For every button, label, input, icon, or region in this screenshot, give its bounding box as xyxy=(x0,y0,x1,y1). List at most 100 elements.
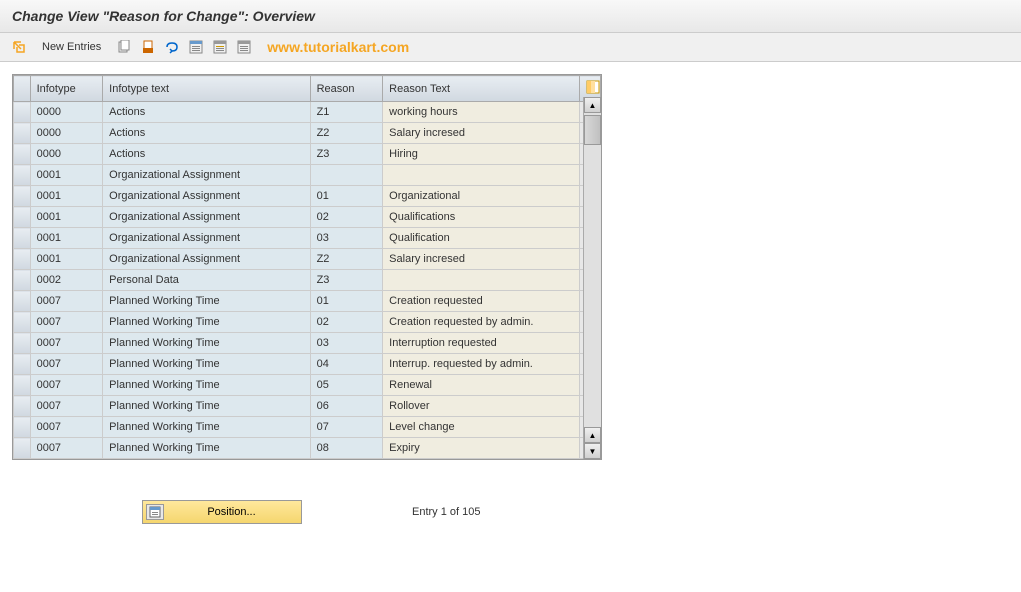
cell-reason-text[interactable]: Interrup. requested by admin. xyxy=(383,354,580,375)
row-selector[interactable] xyxy=(14,123,31,144)
table-row[interactable]: 0000ActionsZ3Hiring xyxy=(14,144,601,165)
cell-reason-text[interactable]: working hours xyxy=(383,102,580,123)
table-row[interactable]: 0001Organizational AssignmentZ2Salary in… xyxy=(14,249,601,270)
row-selector[interactable] xyxy=(14,249,31,270)
table-row[interactable]: 0001Organizational Assignment xyxy=(14,165,601,186)
table-row[interactable]: 0001Organizational Assignment02Qualifica… xyxy=(14,207,601,228)
cell-infotype-text[interactable]: Planned Working Time xyxy=(103,396,310,417)
cell-infotype-text[interactable]: Planned Working Time xyxy=(103,312,310,333)
cell-reason[interactable]: Z2 xyxy=(310,123,383,144)
table-row[interactable]: 0007Planned Working Time07Level change xyxy=(14,417,601,438)
cell-reason[interactable]: 05 xyxy=(310,375,383,396)
cell-infotype-text[interactable]: Organizational Assignment xyxy=(103,207,310,228)
cell-reason-text[interactable]: Renewal xyxy=(383,375,580,396)
cell-infotype-text[interactable]: Actions xyxy=(103,123,310,144)
cell-infotype[interactable]: 0007 xyxy=(30,396,103,417)
cell-reason-text[interactable]: Qualifications xyxy=(383,207,580,228)
cell-reason-text[interactable]: Organizational xyxy=(383,186,580,207)
select-block-icon[interactable] xyxy=(211,38,229,56)
cell-infotype-text[interactable]: Organizational Assignment xyxy=(103,249,310,270)
cell-infotype-text[interactable]: Planned Working Time xyxy=(103,354,310,375)
cell-reason-text[interactable]: Hiring xyxy=(383,144,580,165)
cell-infotype[interactable]: 0001 xyxy=(30,228,103,249)
row-selector[interactable] xyxy=(14,438,31,459)
cell-infotype[interactable]: 0007 xyxy=(30,312,103,333)
cell-reason-text[interactable]: Qualification xyxy=(383,228,580,249)
select-all-icon[interactable] xyxy=(187,38,205,56)
table-row[interactable]: 0007Planned Working Time03Interruption r… xyxy=(14,333,601,354)
cell-reason[interactable] xyxy=(310,165,383,186)
cell-reason-text[interactable]: Interruption requested xyxy=(383,333,580,354)
cell-infotype-text[interactable]: Organizational Assignment xyxy=(103,228,310,249)
header-infotype-text[interactable]: Infotype text xyxy=(103,76,310,102)
new-entries-button[interactable]: New Entries xyxy=(34,39,109,55)
row-selector[interactable] xyxy=(14,270,31,291)
cell-reason[interactable]: 01 xyxy=(310,186,383,207)
undo-icon[interactable] xyxy=(163,38,181,56)
table-row[interactable]: 0000ActionsZ2Salary incresed xyxy=(14,123,601,144)
cell-infotype[interactable]: 0001 xyxy=(30,165,103,186)
cell-infotype-text[interactable]: Actions xyxy=(103,144,310,165)
cell-reason[interactable]: Z1 xyxy=(310,102,383,123)
table-row[interactable]: 0002Personal DataZ3 xyxy=(14,270,601,291)
table-row[interactable]: 0007Planned Working Time04Interrup. requ… xyxy=(14,354,601,375)
cell-reason[interactable]: Z3 xyxy=(310,270,383,291)
table-row[interactable]: 0001Organizational Assignment03Qualifica… xyxy=(14,228,601,249)
header-reason[interactable]: Reason xyxy=(310,76,383,102)
cell-infotype[interactable]: 0000 xyxy=(30,144,103,165)
cell-infotype-text[interactable]: Planned Working Time xyxy=(103,417,310,438)
cell-infotype[interactable]: 0002 xyxy=(30,270,103,291)
row-selector[interactable] xyxy=(14,417,31,438)
cell-infotype[interactable]: 0007 xyxy=(30,375,103,396)
row-selector[interactable] xyxy=(14,102,31,123)
cell-infotype[interactable]: 0007 xyxy=(30,354,103,375)
cell-infotype-text[interactable]: Planned Working Time xyxy=(103,333,310,354)
cell-reason-text[interactable]: Rollover xyxy=(383,396,580,417)
row-selector[interactable] xyxy=(14,312,31,333)
cell-reason-text[interactable]: Expiry xyxy=(383,438,580,459)
cell-infotype-text[interactable]: Organizational Assignment xyxy=(103,186,310,207)
table-row[interactable]: 0000ActionsZ1working hours xyxy=(14,102,601,123)
cell-reason[interactable]: 02 xyxy=(310,207,383,228)
cell-reason[interactable]: 07 xyxy=(310,417,383,438)
scroll-down-arrow-2[interactable]: ▼ xyxy=(584,443,601,459)
cell-reason[interactable]: 03 xyxy=(310,333,383,354)
table-row[interactable]: 0007Planned Working Time05Renewal xyxy=(14,375,601,396)
table-row[interactable]: 0001Organizational Assignment01Organizat… xyxy=(14,186,601,207)
row-selector[interactable] xyxy=(14,207,31,228)
cell-infotype[interactable]: 0000 xyxy=(30,102,103,123)
cell-reason[interactable]: Z3 xyxy=(310,144,383,165)
cell-infotype-text[interactable]: Actions xyxy=(103,102,310,123)
scroll-down-arrow[interactable]: ▲ xyxy=(584,427,601,443)
cell-reason[interactable]: 03 xyxy=(310,228,383,249)
cell-infotype[interactable]: 0007 xyxy=(30,333,103,354)
cell-infotype-text[interactable]: Planned Working Time xyxy=(103,291,310,312)
cell-reason[interactable]: Z2 xyxy=(310,249,383,270)
row-selector[interactable] xyxy=(14,144,31,165)
toggle-icon[interactable] xyxy=(10,38,28,56)
cell-infotype[interactable]: 0001 xyxy=(30,186,103,207)
cell-reason-text[interactable]: Creation requested xyxy=(383,291,580,312)
cell-infotype[interactable]: 0001 xyxy=(30,207,103,228)
cell-infotype-text[interactable]: Organizational Assignment xyxy=(103,165,310,186)
cell-infotype[interactable]: 0007 xyxy=(30,291,103,312)
vertical-scrollbar[interactable]: ▲ ▲ ▼ xyxy=(583,97,601,459)
row-selector[interactable] xyxy=(14,165,31,186)
cell-reason-text[interactable] xyxy=(383,270,580,291)
cell-infotype-text[interactable]: Planned Working Time xyxy=(103,375,310,396)
cell-reason[interactable]: 06 xyxy=(310,396,383,417)
delete-icon[interactable] xyxy=(139,38,157,56)
cell-infotype-text[interactable]: Personal Data xyxy=(103,270,310,291)
position-button[interactable]: Position... xyxy=(142,500,302,524)
cell-reason-text[interactable]: Creation requested by admin. xyxy=(383,312,580,333)
table-row[interactable]: 0007Planned Working Time02Creation reque… xyxy=(14,312,601,333)
row-selector[interactable] xyxy=(14,396,31,417)
table-row[interactable]: 0007Planned Working Time08Expiry xyxy=(14,438,601,459)
cell-infotype[interactable]: 0007 xyxy=(30,417,103,438)
scroll-up-arrow[interactable]: ▲ xyxy=(584,97,601,113)
row-selector[interactable] xyxy=(14,354,31,375)
table-row[interactable]: 0007Planned Working Time06Rollover xyxy=(14,396,601,417)
cell-reason-text[interactable] xyxy=(383,165,580,186)
select-all-cell[interactable] xyxy=(14,76,31,102)
table-row[interactable]: 0007Planned Working Time01Creation reque… xyxy=(14,291,601,312)
